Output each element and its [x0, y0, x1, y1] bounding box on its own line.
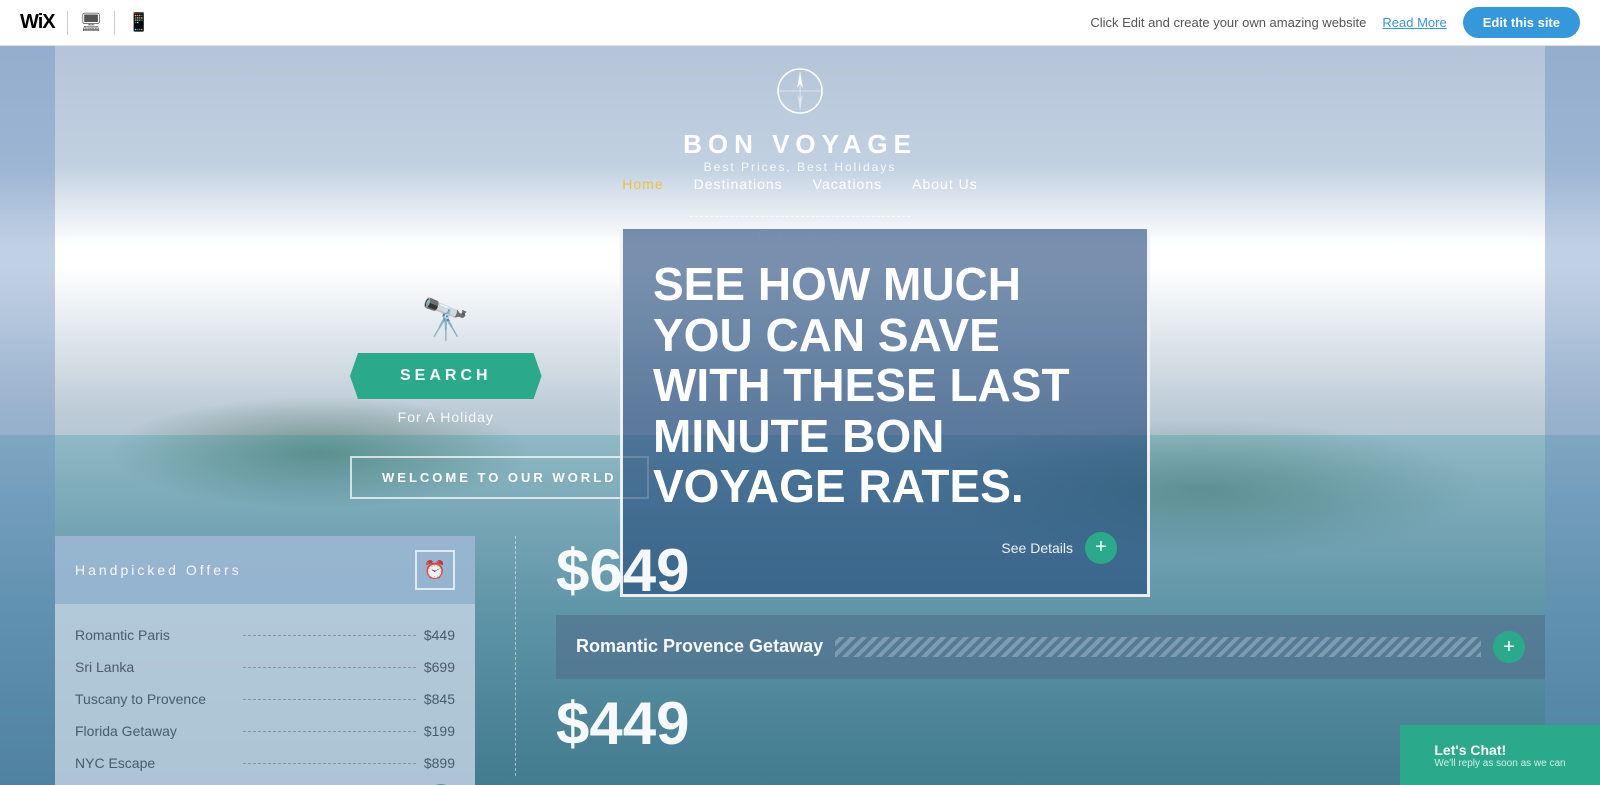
bottom-section: Handpicked Offers ⏰ Romantic Paris $449 …	[55, 536, 1545, 785]
price-449: $449	[556, 689, 1545, 758]
offer-dots-2	[243, 667, 416, 668]
chat-widget[interactable]: Let's Chat! We'll reply as soon as we ca…	[1400, 725, 1600, 785]
offers-header: Handpicked Offers ⏰	[55, 536, 475, 604]
edit-site-button[interactable]: Edit this site	[1463, 7, 1580, 38]
brand-tagline: Best Prices, Best Holidays	[683, 160, 917, 174]
mobile-icon[interactable]: 📱	[127, 12, 149, 33]
chat-label: Let's Chat!	[1434, 742, 1565, 758]
provence-card[interactable]: Romantic Provence Getaway +	[556, 615, 1545, 679]
offer-name-nyc: NYC Escape	[75, 755, 235, 771]
logo-area: BON VOYAGE Best Prices, Best Holidays	[683, 66, 917, 174]
wix-divider-2	[114, 11, 115, 35]
wix-bar-left: WiX 🖥 📱	[20, 11, 150, 35]
offer-row-sri-lanka: Sri Lanka $699	[75, 651, 455, 683]
nav-about-us[interactable]: About Us	[912, 176, 978, 192]
nav-destinations[interactable]: Destinations	[694, 176, 783, 192]
dashed-line-top	[690, 216, 910, 217]
offer-price-tuscany: $845	[424, 691, 455, 707]
offer-name-paris: Romantic Paris	[75, 627, 235, 643]
offer-price-nyc: $899	[424, 755, 455, 771]
vertical-divider	[515, 536, 516, 776]
search-button[interactable]: SEARCH	[350, 353, 542, 399]
search-section: 🔭 SEARCH For A Holiday	[350, 296, 542, 425]
offer-dots	[243, 635, 416, 636]
wix-read-more-link[interactable]: Read More	[1382, 15, 1446, 30]
offer-row-paris: Romantic Paris $449	[75, 619, 455, 651]
offer-price-paris: $449	[424, 627, 455, 643]
wix-top-bar: WiX 🖥 📱 Click Edit and create your own a…	[0, 0, 1600, 46]
clock-icon-box: ⏰	[415, 550, 455, 590]
chat-sub: We'll reply as soon as we can	[1434, 758, 1565, 769]
compass-icon	[775, 66, 825, 116]
clock-icon: ⏰	[424, 560, 446, 581]
offer-dots-5	[243, 763, 416, 764]
price-649: $649	[556, 536, 1545, 605]
nav-home[interactable]: Home	[622, 176, 663, 192]
offer-row-nyc: NYC Escape $899	[75, 747, 455, 779]
provence-card-plus-icon[interactable]: +	[1493, 631, 1525, 663]
right-panel	[1545, 46, 1600, 785]
welcome-box[interactable]: WELCOME TO OUR WORLD	[350, 456, 649, 499]
offer-name-florida: Florida Getaway	[75, 723, 235, 739]
nav: Home Destinations Vacations About Us	[622, 176, 977, 192]
offers-list: Romantic Paris $449 Sri Lanka $699 Tusca…	[55, 604, 475, 785]
offers-title: Handpicked Offers	[75, 562, 242, 578]
offer-name-tuscany: Tuscany to Provence	[75, 691, 235, 707]
offer-name-sri-lanka: Sri Lanka	[75, 659, 235, 675]
welcome-button-area[interactable]: WELCOME TO OUR WORLD	[350, 456, 649, 499]
desktop-icon[interactable]: 🖥	[80, 12, 103, 33]
search-label: For A Holiday	[398, 409, 494, 425]
promo-text: SEE HOW MUCH YOU CAN SAVE WITH THESE LAS…	[653, 259, 1117, 512]
site-content: BON VOYAGE Best Prices, Best Holidays Ho…	[0, 46, 1600, 785]
offer-price-florida: $199	[424, 723, 455, 739]
offer-row-tuscany: Tuscany to Provence $845	[75, 683, 455, 715]
offer-price-sri-lanka: $699	[424, 659, 455, 675]
offer-dots-4	[243, 731, 416, 732]
offer-row-florida: Florida Getaway $199	[75, 715, 455, 747]
wix-bar-right: Click Edit and create your own amazing w…	[1090, 7, 1580, 38]
provence-card-stripe	[835, 637, 1481, 657]
provence-card-title: Romantic Provence Getaway	[576, 635, 823, 658]
brand-name: BON VOYAGE	[683, 129, 917, 160]
price-area: $649 Romantic Provence Getaway + $449	[556, 536, 1545, 785]
offer-dots-3	[243, 699, 416, 700]
binoculars-icon: 🔭	[421, 296, 471, 343]
wix-edit-prompt: Click Edit and create your own amazing w…	[1090, 15, 1366, 30]
left-panel	[0, 46, 55, 785]
nav-vacations[interactable]: Vacations	[813, 176, 882, 192]
wix-logo: WiX	[20, 11, 55, 34]
wix-divider	[67, 11, 68, 35]
offers-panel: Handpicked Offers ⏰ Romantic Paris $449 …	[55, 536, 475, 785]
